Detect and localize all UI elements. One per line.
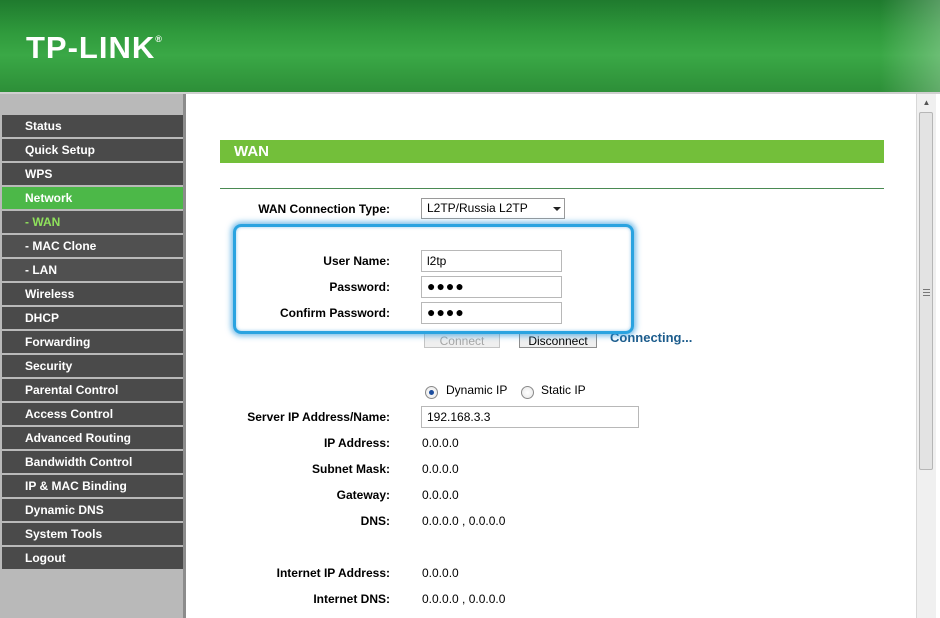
internet-ip-label: Internet IP Address: [276, 566, 390, 580]
header-banner: TP-LINK® [0, 0, 940, 94]
static-ip-radio[interactable] [521, 386, 534, 399]
sidebar-item-security[interactable]: Security [2, 355, 183, 377]
sidebar: Status Quick Setup WPS Network - WAN - M… [0, 94, 186, 618]
scroll-grip-icon [923, 289, 930, 296]
sidebar-item-status[interactable]: Status [2, 115, 183, 137]
sidebar-item-system-tools[interactable]: System Tools [2, 523, 183, 545]
server-label: Server IP Address/Name: [247, 410, 390, 424]
sidebar-item-parental-control[interactable]: Parental Control [2, 379, 183, 401]
internet-ip-value: 0.0.0.0 [422, 566, 459, 580]
subnet-mask-label: Subnet Mask: [311, 462, 390, 476]
sidebar-item-dynamic-dns[interactable]: Dynamic DNS [2, 499, 183, 521]
sidebar-item-dhcp[interactable]: DHCP [2, 307, 183, 329]
sidebar-item-access-control[interactable]: Access Control [2, 403, 183, 425]
disconnect-button[interactable]: Disconnect [519, 333, 597, 348]
sidebar-item-ip-mac-binding[interactable]: IP & MAC Binding [2, 475, 183, 497]
gateway-label: Gateway: [336, 488, 390, 502]
sidebar-item-network[interactable]: Network [2, 187, 183, 209]
ip-address-value: 0.0.0.0 [422, 436, 459, 450]
credentials-highlight [233, 224, 634, 334]
dynamic-ip-radio[interactable] [425, 386, 438, 399]
vertical-scrollbar[interactable]: ▲ [916, 94, 936, 618]
dns-label: DNS: [360, 514, 390, 528]
sidebar-item-wan[interactable]: - WAN [2, 211, 183, 233]
subnet-mask-value: 0.0.0.0 [422, 462, 459, 476]
internet-dns-label: Internet DNS: [313, 592, 390, 606]
wan-type-select[interactable]: L2TP/Russia L2TP [421, 198, 565, 219]
sidebar-item-logout[interactable]: Logout [2, 547, 183, 569]
tp-link-logo: TP-LINK® [26, 30, 163, 65]
sidebar-item-advanced-routing[interactable]: Advanced Routing [2, 427, 183, 449]
scroll-thumb[interactable] [919, 112, 933, 470]
scroll-up-arrow-icon[interactable]: ▲ [917, 94, 936, 111]
sidebar-item-forwarding[interactable]: Forwarding [2, 331, 183, 353]
sidebar-item-mac-clone[interactable]: - MAC Clone [2, 235, 183, 257]
ip-address-label: IP Address: [323, 436, 390, 450]
sidebar-item-lan[interactable]: - LAN [2, 259, 183, 281]
sidebar-item-bandwidth-control[interactable]: Bandwidth Control [2, 451, 183, 473]
dns-value: 0.0.0.0 , 0.0.0.0 [422, 514, 506, 528]
static-ip-label: Static IP [541, 383, 586, 397]
gateway-value: 0.0.0.0 [422, 488, 459, 502]
wan-type-label: WAN Connection Type: [258, 202, 390, 216]
sidebar-item-wps[interactable]: WPS [2, 163, 183, 185]
chevron-down-icon [553, 207, 561, 211]
page-title: WAN [220, 140, 884, 163]
sidebar-item-quick-setup[interactable]: Quick Setup [2, 139, 183, 161]
header-shade [880, 0, 940, 92]
dynamic-ip-label: Dynamic IP [446, 383, 508, 397]
connect-button[interactable]: Connect [424, 333, 500, 348]
wan-type-value: L2TP/Russia L2TP [427, 201, 528, 215]
server-address-field[interactable]: 192.168.3.3 [421, 406, 639, 428]
sidebar-menu: Status Quick Setup WPS Network - WAN - M… [2, 115, 183, 571]
content-area [189, 94, 916, 618]
internet-dns-value: 0.0.0.0 , 0.0.0.0 [422, 592, 506, 606]
title-divider [220, 188, 884, 189]
sidebar-item-wireless[interactable]: Wireless [2, 283, 183, 305]
